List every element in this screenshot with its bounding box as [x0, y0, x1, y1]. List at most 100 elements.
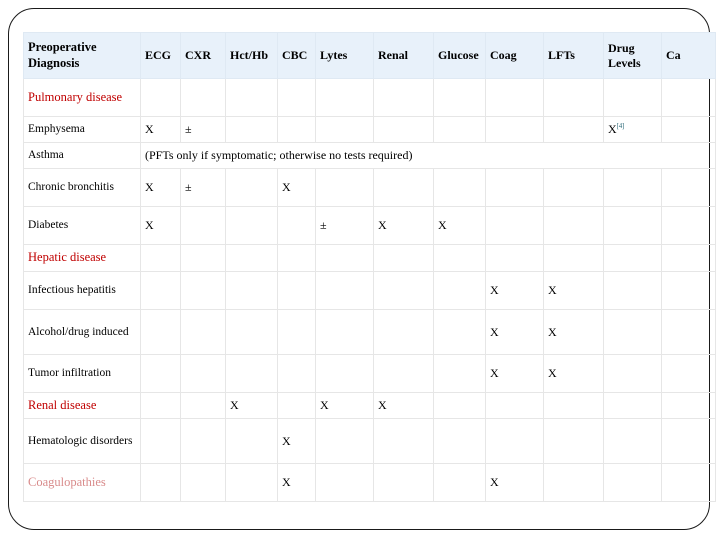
cell-lfts: [543, 206, 604, 245]
cell-glucose: [433, 463, 486, 502]
cell-cxr: [180, 206, 226, 245]
cell-glucose: [433, 78, 486, 117]
cell-lfts: [543, 78, 604, 117]
cell-ecg: [140, 463, 181, 502]
cell-renal: [373, 418, 434, 464]
cell-renal: [373, 244, 434, 272]
cell-hct-hb: [225, 418, 278, 464]
cell-glucose: [433, 271, 486, 310]
cell-lfts: [543, 168, 604, 207]
row-label-emphysema: Emphysema: [23, 116, 141, 143]
row-label-hepatic-disease: Hepatic disease: [23, 244, 141, 272]
cell-drug-levels: [603, 463, 662, 502]
cell-cbc: [277, 206, 316, 245]
cell-lfts: X: [543, 309, 604, 355]
cell-cbc: [277, 244, 316, 272]
cell-hct-hb: [225, 206, 278, 245]
cell-drug-levels: [603, 271, 662, 310]
table-row: Chronic bronchitis X ± X: [23, 168, 716, 207]
cell-ca: [661, 354, 716, 393]
cell-ecg: [140, 271, 181, 310]
cell-ecg: X: [140, 116, 181, 143]
cell-ecg: [140, 309, 181, 355]
cell-lfts: [543, 244, 604, 272]
cell-drug-levels: [603, 392, 662, 419]
cell-cbc: [277, 78, 316, 117]
cell-renal: [373, 463, 434, 502]
cell-renal: [373, 116, 434, 143]
cell-lytes: [315, 309, 374, 355]
cell-glucose: [433, 116, 486, 143]
cell-ca: [661, 116, 716, 143]
column-header-coag: Coag: [485, 32, 544, 79]
row-label-tumor-infiltration: Tumor infiltration: [23, 354, 141, 393]
cell-coag: [485, 206, 544, 245]
row-label-pulmonary-disease: Pulmonary disease: [23, 78, 141, 117]
cell-renal: X: [373, 392, 434, 419]
cell-lytes: ±: [315, 206, 374, 245]
cell-renal: X: [373, 206, 434, 245]
cell-renal: [373, 78, 434, 117]
cell-lfts: [543, 116, 604, 143]
cell-lytes: [315, 354, 374, 393]
cell-cxr: ±: [180, 116, 226, 143]
cell-coag: [485, 168, 544, 207]
cell-lfts: [543, 463, 604, 502]
cell-cbc: X: [277, 418, 316, 464]
cell-cbc: [277, 392, 316, 419]
table-row: Alcohol/drug induced X X: [23, 309, 716, 355]
cell-lytes: [315, 271, 374, 310]
cell-coag: [485, 244, 544, 272]
cell-coag: [485, 116, 544, 143]
table-row: Hematologic disorders X: [23, 418, 716, 464]
cell-lfts: [543, 392, 604, 419]
cell-cxr: [180, 418, 226, 464]
table-row: Hepatic disease: [23, 244, 716, 272]
table-row: Coagulopathies X X: [23, 463, 716, 502]
cell-hct-hb: [225, 116, 278, 143]
cell-drug-levels: [603, 309, 662, 355]
cell-coag: X: [485, 309, 544, 355]
preoperative-testing-table: Preoperative Diagnosis ECG CXR Hct/Hb CB…: [23, 32, 716, 502]
column-header-lfts: LFTs: [543, 32, 604, 79]
cell-drug-levels: [603, 354, 662, 393]
cell-renal: [373, 309, 434, 355]
cell-cbc: [277, 271, 316, 310]
cell-coag: X: [485, 463, 544, 502]
footnote-reference: [4]: [616, 122, 625, 130]
column-header-cxr: CXR: [180, 32, 226, 79]
column-header-drug-levels: Drug Levels: [603, 32, 662, 79]
column-header-lytes: Lytes: [315, 32, 374, 79]
row-label-alcohol-drug-induced: Alcohol/drug induced: [23, 309, 141, 355]
row-label-asthma: Asthma: [23, 142, 141, 169]
cell-coag: [485, 418, 544, 464]
cell-ca: [661, 309, 716, 355]
row-label-infectious-hepatitis: Infectious hepatitis: [23, 271, 141, 310]
column-header-ca: Ca: [661, 32, 716, 79]
cell-ecg: [140, 392, 181, 419]
cell-cxr: [180, 354, 226, 393]
cell-coag: X: [485, 354, 544, 393]
cell-ca: [661, 168, 716, 207]
cell-cxr: [180, 463, 226, 502]
cell-renal: [373, 354, 434, 393]
cell-coag: X: [485, 271, 544, 310]
cell-drug-levels: [603, 78, 662, 117]
cell-hct-hb: [225, 168, 278, 207]
cell-lytes: [315, 418, 374, 464]
row-label-renal-disease: Renal disease: [23, 392, 141, 419]
cell-hct-hb: [225, 244, 278, 272]
cell-lfts: X: [543, 354, 604, 393]
table-row: Pulmonary disease: [23, 78, 716, 117]
cell-glucose: [433, 418, 486, 464]
cell-glucose: [433, 354, 486, 393]
column-header-ecg: ECG: [140, 32, 181, 79]
cell-drug-levels: [603, 206, 662, 245]
table-header-row: Preoperative Diagnosis ECG CXR Hct/Hb CB…: [23, 32, 716, 79]
cell-ecg: [140, 244, 181, 272]
cell-ecg: [140, 354, 181, 393]
cell-drug-levels: [603, 168, 662, 207]
cell-ca: [661, 418, 716, 464]
cell-lytes: [315, 78, 374, 117]
cell-hct-hb: [225, 271, 278, 310]
